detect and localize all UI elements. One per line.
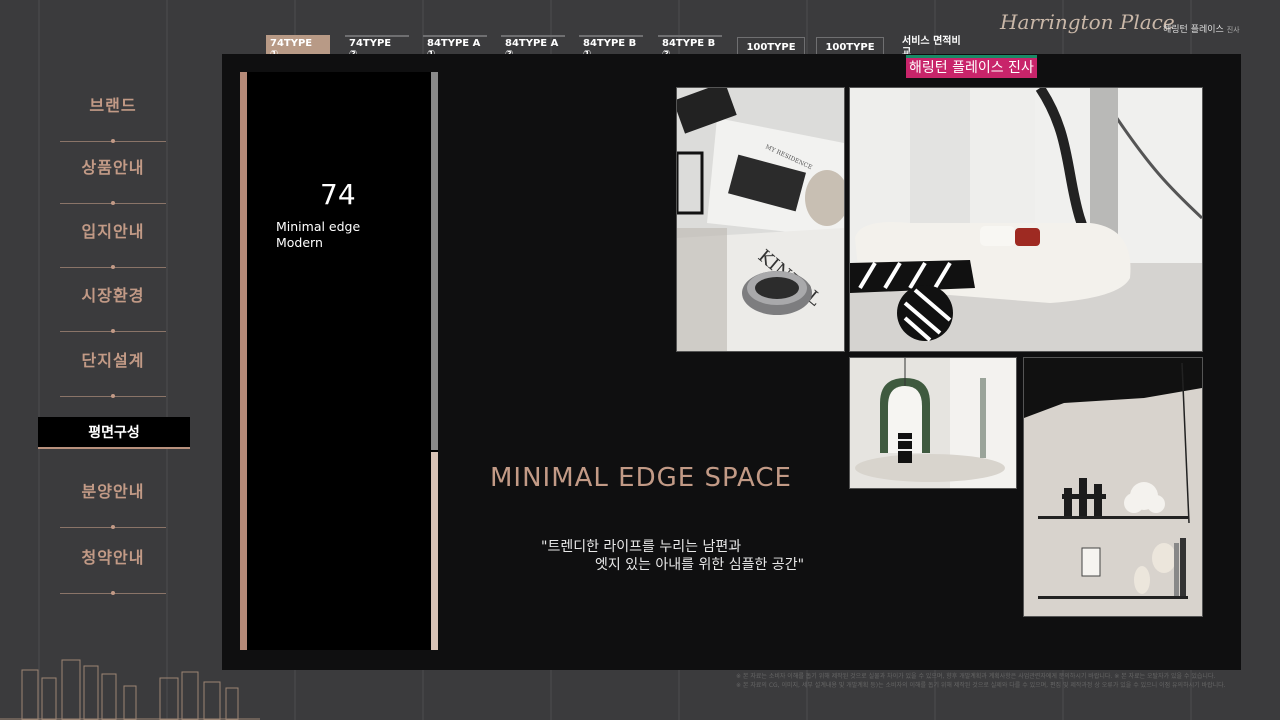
skyline-illustration — [0, 659, 260, 720]
brand-logo-korean: 해링턴 플레이스 진사 — [1163, 25, 1240, 35]
shelf-illustration — [1024, 358, 1202, 616]
headline: MINIMAL EDGE SPACE — [490, 463, 792, 493]
footnote-line-1: ※ 본 자료는 소비자 이해를 돕기 위해 제작된 것으로 실물과 차이가 있을… — [736, 673, 1216, 680]
sidebar-item-market[interactable]: 시장환경 — [60, 278, 166, 334]
sidebar-item-brand[interactable]: 브랜드 — [60, 88, 166, 144]
footnote-line-2: ※ 본 자료의 CG, 이미지, 세부 설계내용 및 개발계획 등)는 소비자의… — [736, 682, 1226, 689]
sidebar-item-sales[interactable]: 분양안내 — [60, 474, 166, 530]
quote-line-1: "트렌디한 라이프를 누리는 남편과 — [541, 539, 742, 555]
overlay-tag: 해링턴 플레이스 진사 — [906, 55, 1037, 78]
photo-dining-mirror — [849, 357, 1017, 489]
sidebar-item-complex[interactable]: 단지설계 — [60, 343, 166, 399]
type-subtitle-1: Minimal edge — [276, 219, 361, 234]
dining-illustration — [850, 358, 1016, 488]
magazines-illustration: MY RESIDENCE KINFOL — [677, 88, 844, 351]
sidebar-item-products[interactable]: 상품안내 — [60, 150, 166, 206]
footnote: ※ 본 자료는 소비자 이해를 돕기 위해 제작된 것으로 실물과 차이가 있을… — [736, 672, 1280, 690]
photo-living-room — [849, 87, 1203, 352]
quote-line-2: 엣지 있는 아내를 위한 심플한 공간" — [595, 557, 805, 573]
photo-magazines: MY RESIDENCE KINFOL — [676, 87, 845, 352]
type-panel — [240, 72, 438, 650]
sidebar-item-floorplan[interactable]: 평면구성 — [38, 417, 190, 449]
living-room-illustration — [850, 88, 1202, 351]
type-panel-accent-right-top — [431, 72, 438, 450]
sidebar-item-floorplan-label: 평면구성 — [88, 425, 140, 441]
type-subtitle-2: Modern — [276, 235, 323, 250]
photo-shelf — [1023, 357, 1203, 617]
type-panel-accent-right-bottom — [431, 452, 438, 650]
sidebar-item-location[interactable]: 입지안내 — [60, 214, 166, 270]
brand-logo: Harrington Place — [1000, 10, 1175, 34]
type-panel-accent-left — [240, 72, 247, 650]
sidebar-item-subscription[interactable]: 청약안내 — [60, 540, 166, 596]
type-number: 74 — [320, 178, 356, 211]
